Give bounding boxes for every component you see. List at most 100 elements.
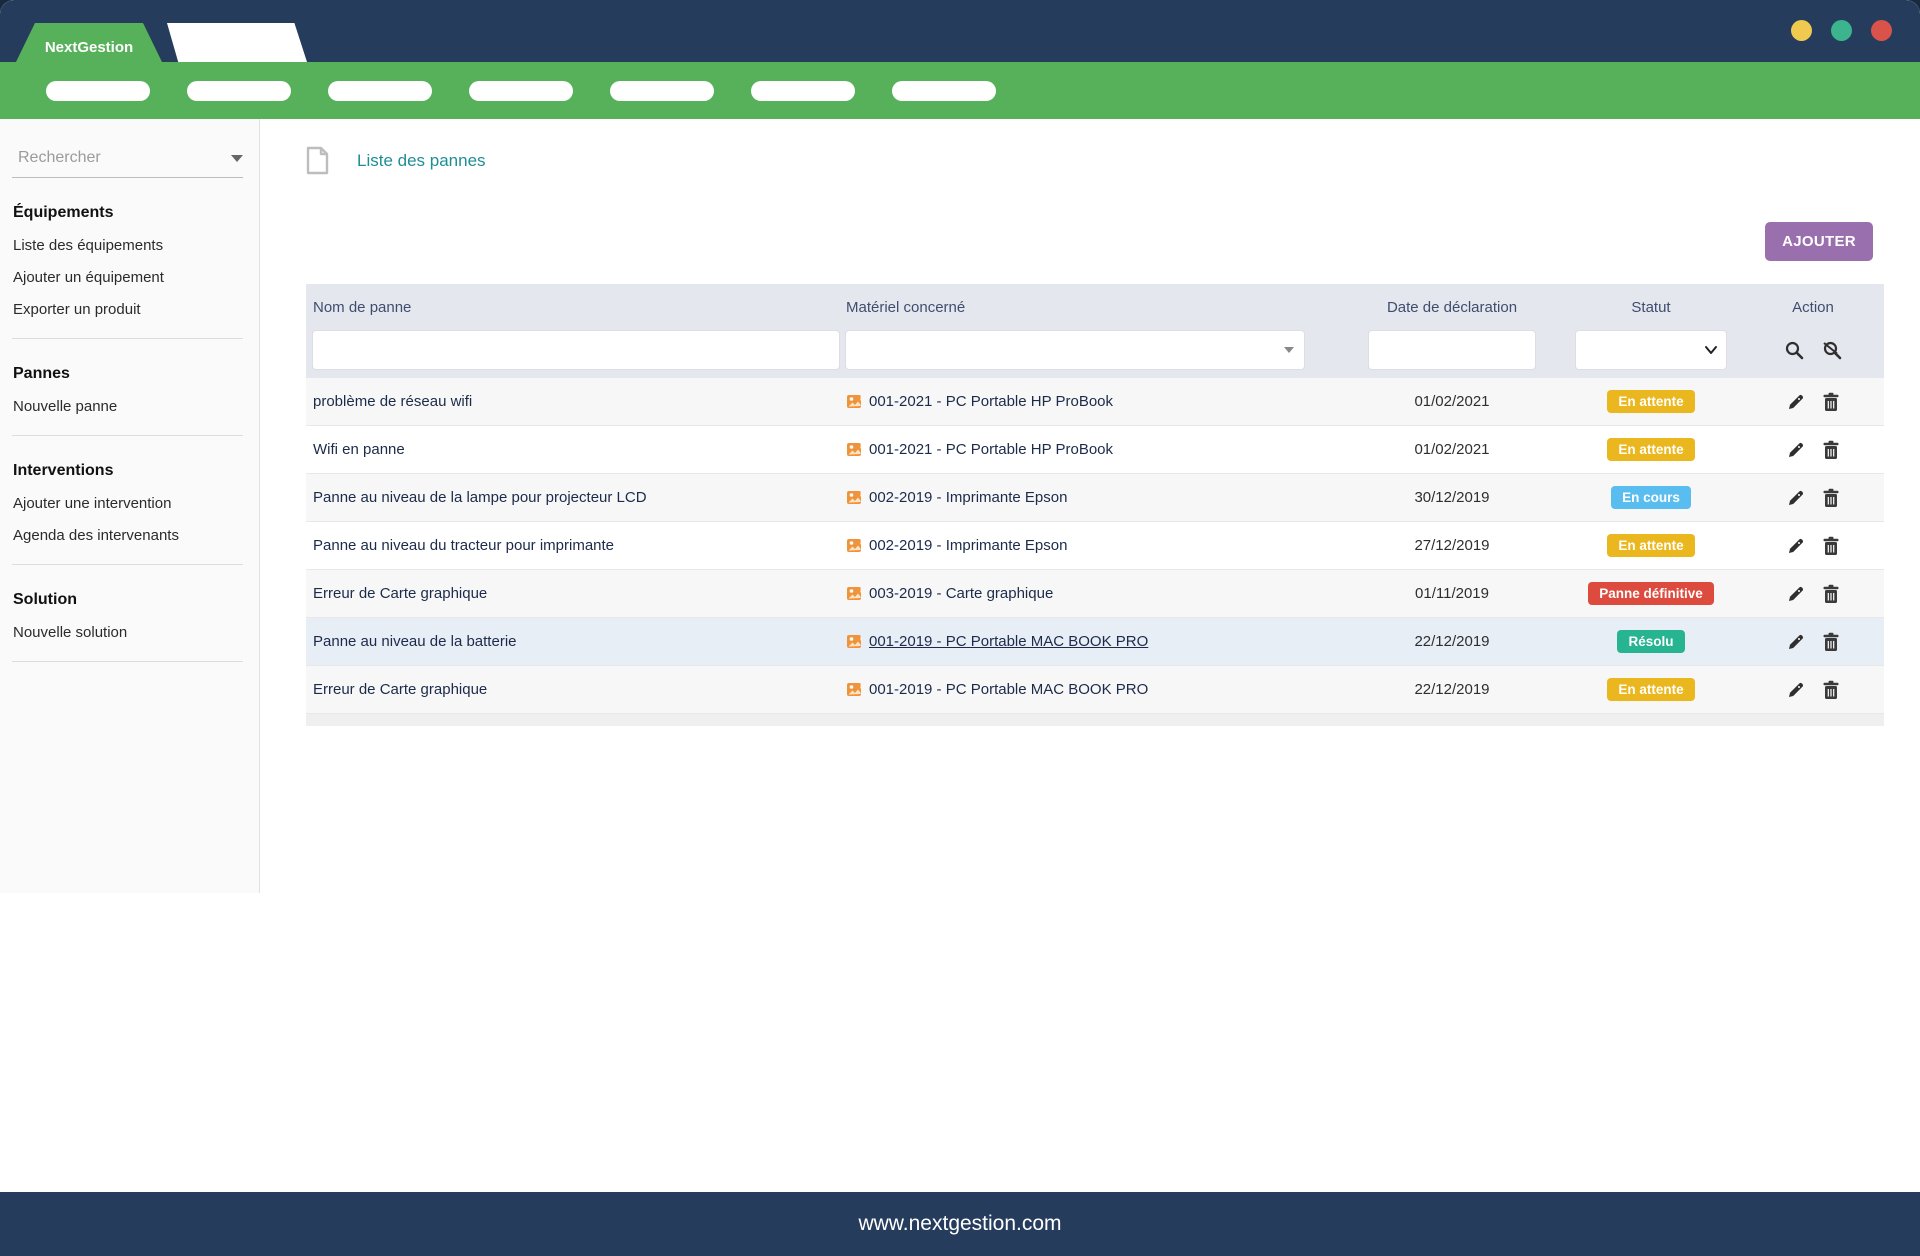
sidebar-item[interactable]: Exporter un produit [13,301,259,318]
action-cell [1742,632,1884,652]
sidebar-heading: Interventions [13,462,259,480]
edit-icon[interactable] [1786,584,1806,604]
column-header-materiel[interactable]: Matériel concerné [846,299,1344,316]
table-row[interactable]: problème de réseau wifi 001-2021 - PC Po… [306,378,1884,426]
declaration-date: 22/12/2019 [1344,633,1560,650]
panne-name: problème de réseau wifi [306,393,846,410]
table-row[interactable]: Panne au niveau de la lampe pour project… [306,474,1884,522]
brand-tab[interactable]: NextGestion [16,23,162,62]
edit-icon[interactable] [1786,680,1806,700]
table-body: problème de réseau wifi 001-2021 - PC Po… [306,378,1884,714]
clear-search-icon[interactable] [1821,340,1843,361]
delete-icon[interactable] [1822,680,1840,700]
blank-header-tab[interactable] [167,23,307,62]
column-header-action: Action [1742,299,1884,316]
search-icon[interactable] [1784,340,1805,361]
materiel-link[interactable]: 001-2019 - PC Portable MAC BOOK PRO [869,681,1148,698]
declaration-date: 01/02/2021 [1344,441,1560,458]
filter-date-input[interactable] [1369,331,1535,369]
equipment-image-icon [846,682,863,698]
sidebar-search[interactable] [12,143,243,178]
sidebar-item[interactable]: Nouvelle panne [13,398,259,415]
delete-icon[interactable] [1822,536,1840,556]
filter-name-input[interactable] [313,331,839,369]
panne-name: Wifi en panne [306,441,846,458]
delete-icon[interactable] [1822,584,1840,604]
sidebar-item[interactable]: Liste des équipements [13,237,259,254]
declaration-date: 01/11/2019 [1344,585,1560,602]
equipment-image-icon [846,538,863,554]
status-cell: En attente [1560,390,1742,413]
sidebar-item[interactable]: Ajouter une intervention [13,495,259,512]
nav-pill-6[interactable] [751,81,855,101]
search-input[interactable] [18,149,225,167]
delete-icon[interactable] [1822,392,1840,412]
sidebar-heading: Pannes [13,365,259,383]
table-row[interactable]: Erreur de Carte graphique 003-2019 - Car… [306,570,1884,618]
sidebar-item[interactable]: Ajouter un équipement [13,269,259,286]
column-header-date[interactable]: Date de déclaration [1344,299,1560,316]
materiel-link[interactable]: 001-2021 - PC Portable HP ProBook [869,393,1113,410]
status-badge: Résolu [1617,630,1684,653]
column-header-name[interactable]: Nom de panne [306,299,846,316]
status-badge: Panne définitive [1588,582,1714,605]
equipment-image-icon [846,490,863,506]
materiel-link[interactable]: 001-2019 - PC Portable MAC BOOK PRO [869,633,1148,650]
nav-pill-2[interactable] [187,81,291,101]
nav-pill-5[interactable] [610,81,714,101]
sidebar-sections: ÉquipementsListe des équipementsAjouter … [0,204,259,662]
panne-name: Panne au niveau de la lampe pour project… [306,489,846,506]
nav-pill-7[interactable] [892,81,996,101]
add-button[interactable]: AJOUTER [1765,222,1873,261]
edit-icon[interactable] [1786,536,1806,556]
materiel-cell: 002-2019 - Imprimante Epson [846,489,1344,506]
filter-status-select[interactable] [1576,331,1726,369]
status-cell: En cours [1560,486,1742,509]
column-header-statut[interactable]: Statut [1560,299,1742,316]
status-badge: En cours [1611,486,1691,509]
status-badge: En attente [1607,390,1694,413]
sidebar: ÉquipementsListe des équipementsAjouter … [0,119,260,893]
chevron-down-icon[interactable] [231,155,243,162]
materiel-cell: 003-2019 - Carte graphique [846,585,1344,602]
materiel-cell: 001-2019 - PC Portable MAC BOOK PRO [846,633,1344,650]
equipment-image-icon [846,394,863,410]
document-icon [306,146,329,175]
status-cell: Résolu [1560,630,1742,653]
edit-icon[interactable] [1786,632,1806,652]
sidebar-item[interactable]: Nouvelle solution [13,624,259,641]
sidebar-item[interactable]: Agenda des intervenants [13,527,259,544]
nav-pill-3[interactable] [328,81,432,101]
close-button[interactable] [1871,20,1892,41]
action-cell [1742,536,1884,556]
edit-icon[interactable] [1786,392,1806,412]
edit-icon[interactable] [1786,488,1806,508]
action-cell [1742,488,1884,508]
minimize-button[interactable] [1791,20,1812,41]
table-row[interactable]: Erreur de Carte graphique 001-2019 - PC … [306,666,1884,714]
delete-icon[interactable] [1822,488,1840,508]
materiel-cell: 001-2019 - PC Portable MAC BOOK PRO [846,681,1344,698]
edit-icon[interactable] [1786,440,1806,460]
materiel-link[interactable]: 003-2019 - Carte graphique [869,585,1053,602]
delete-icon[interactable] [1822,440,1840,460]
panne-name: Erreur de Carte graphique [306,681,846,698]
table-row[interactable]: Panne au niveau de la batterie 001-2019 … [306,618,1884,666]
table-row[interactable]: Panne au niveau du tracteur pour imprima… [306,522,1884,570]
declaration-date: 30/12/2019 [1344,489,1560,506]
delete-icon[interactable] [1822,632,1840,652]
filter-row [306,322,1884,378]
nav-pill-4[interactable] [469,81,573,101]
footer-url: www.nextgestion.com [858,1212,1061,1236]
materiel-link[interactable]: 002-2019 - Imprimante Epson [869,489,1067,506]
sidebar-divider [12,564,243,565]
panne-name: Panne au niveau du tracteur pour imprima… [306,537,846,554]
materiel-link[interactable]: 002-2019 - Imprimante Epson [869,537,1067,554]
maximize-button[interactable] [1831,20,1852,41]
materiel-link[interactable]: 001-2021 - PC Portable HP ProBook [869,441,1113,458]
filter-materiel-select[interactable] [846,331,1304,369]
table-bottom-strip [306,714,1884,726]
nav-pill-1[interactable] [46,81,150,101]
equipment-image-icon [846,442,863,458]
table-row[interactable]: Wifi en panne 001-2021 - PC Portable HP … [306,426,1884,474]
